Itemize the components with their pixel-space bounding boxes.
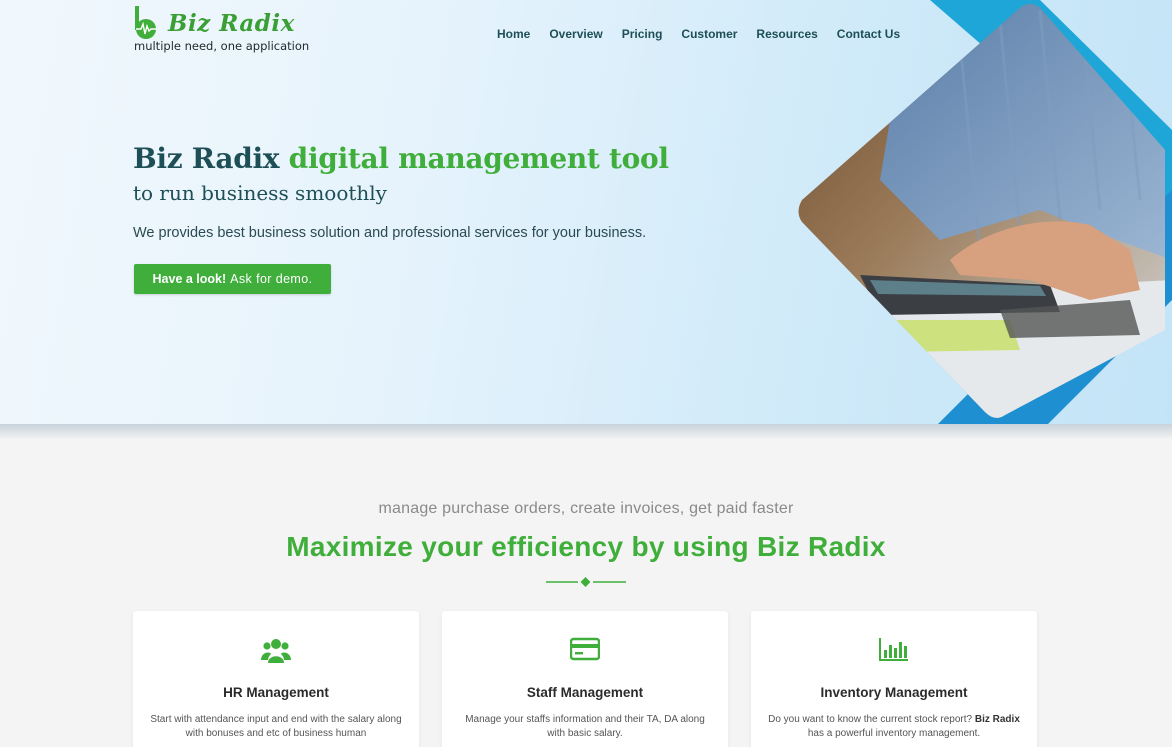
card-text: Start with attendance input and end with… — [150, 714, 402, 739]
logo[interactable]: Biz Radix multiple need, one application — [134, 4, 309, 54]
nav-overview[interactable]: Overview — [549, 27, 602, 41]
users-icon — [261, 639, 291, 663]
card-text-part-a: Do you want to know the current stock re… — [768, 714, 973, 725]
card-hr-management[interactable]: HR Management Start with attendance inpu… — [133, 611, 419, 747]
section-title-part-c: by using Biz Radix — [631, 531, 886, 562]
card-staff-management[interactable]: Staff Management Manage your staffs info… — [442, 611, 728, 747]
credit-card-icon — [570, 637, 600, 661]
hero-photo-illustration — [798, 0, 1172, 432]
hero-description: We provides best business solution and p… — [133, 225, 647, 241]
section-title-part-a: Maximize your — [286, 531, 484, 562]
card-title: Staff Management — [526, 685, 644, 700]
bar-chart-icon — [879, 638, 908, 661]
card-text: Manage your staffs information and their… — [465, 714, 705, 739]
section-divider-icon — [546, 577, 626, 587]
logo-name: Biz Radix — [168, 10, 295, 37]
nav-home[interactable]: Home — [497, 27, 530, 41]
cta-light-label: Ask for demo. — [230, 272, 313, 286]
hero-divider-shadow — [0, 424, 1172, 438]
section-kicker: manage purchase orders, create invoices,… — [378, 500, 794, 517]
hero-section: Biz Radix multiple need, one application… — [0, 0, 1172, 432]
cta-bold-label: Have a look! — [152, 272, 227, 286]
headline-highlight: digital management tool — [288, 142, 669, 175]
card-text: Do you want to know the current stock re… — [767, 713, 1021, 741]
hero-headline: Biz Radix digital management tool — [133, 142, 669, 175]
card-title: HR Management — [223, 685, 329, 700]
hero-subline: to run business smoothly — [133, 181, 387, 205]
section-title-emphasis: efficiency — [491, 531, 624, 562]
card-title: Inventory Management — [820, 685, 968, 700]
logo-tagline: multiple need, one application — [134, 39, 310, 53]
card-text-brand: Biz Radix — [974, 714, 1020, 725]
section-title: Maximize your efficiency by using Biz Ra… — [0, 531, 1172, 563]
card-inventory-management[interactable]: Inventory Management Do you want to know… — [751, 611, 1037, 747]
nav-pricing[interactable]: Pricing — [622, 27, 663, 41]
ask-demo-button[interactable]: Have a look! Ask for demo. — [134, 264, 331, 294]
hero-image — [790, 0, 1172, 432]
nav-customer[interactable]: Customer — [681, 27, 737, 41]
headline-brand: Biz Radix — [133, 142, 280, 175]
card-text-part-c: has a powerful inventory management. — [807, 728, 981, 739]
logo-mark-icon — [135, 6, 156, 39]
